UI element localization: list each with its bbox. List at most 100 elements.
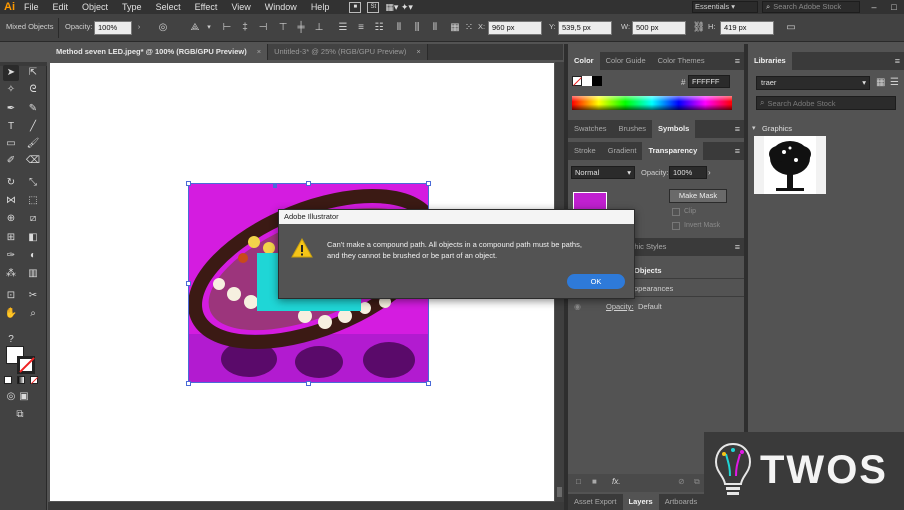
- selection-handle[interactable]: [306, 181, 311, 186]
- perspective-grid-tool-icon[interactable]: ⧄: [25, 211, 41, 227]
- opacity-arrow-icon[interactable]: ›: [708, 166, 718, 179]
- library-graphic-tree[interactable]: [754, 136, 826, 194]
- mesh-tool-icon[interactable]: ⊞: [3, 230, 19, 246]
- selection-handle[interactable]: [186, 181, 191, 186]
- close-icon[interactable]: ×: [416, 47, 420, 56]
- w-input[interactable]: 500 px: [632, 21, 686, 35]
- color-spectrum[interactable]: [572, 96, 732, 110]
- library-select[interactable]: traer ▾: [756, 76, 870, 90]
- make-mask-button[interactable]: Make Mask: [669, 189, 727, 203]
- stock-icon[interactable]: St: [367, 1, 380, 13]
- rotate-tool-icon[interactable]: ↻: [3, 175, 19, 191]
- align-left-icon[interactable]: ⊢: [220, 21, 234, 35]
- menu-file[interactable]: File: [24, 2, 39, 12]
- curvature-tool-icon[interactable]: ✎: [25, 101, 41, 117]
- add-fill-icon[interactable]: ■: [592, 477, 597, 486]
- constrain-link-icon[interactable]: ⛓: [692, 21, 706, 35]
- x-input[interactable]: 960 px: [488, 21, 542, 35]
- white-swatch[interactable]: [582, 76, 592, 86]
- fill-swatch[interactable]: [572, 76, 582, 86]
- tab-artboards[interactable]: Artboards: [659, 494, 704, 510]
- menu-view[interactable]: View: [231, 2, 250, 12]
- tab-brushes[interactable]: Brushes: [613, 120, 653, 138]
- search-stock-field[interactable]: ⌕ Search Adobe Stock: [762, 1, 860, 13]
- none-mode-icon[interactable]: [30, 376, 39, 385]
- menu-effect[interactable]: Effect: [195, 2, 218, 12]
- tab-color-guide[interactable]: Color Guide: [600, 52, 652, 70]
- library-search-field[interactable]: ⌕ Search Adobe Stock: [756, 96, 896, 110]
- align-hcenter-icon[interactable]: ‡: [238, 21, 252, 35]
- h-input[interactable]: 419 px: [720, 21, 774, 35]
- duplicate-item-icon[interactable]: ⧉: [694, 477, 700, 487]
- magic-wand-tool-icon[interactable]: ✧: [3, 82, 19, 98]
- opacity-arrow-icon[interactable]: ›: [132, 21, 146, 35]
- pen-tool-icon[interactable]: ✒: [3, 101, 19, 117]
- distribute-vcenter-icon[interactable]: ≡: [354, 21, 368, 35]
- lasso-tool-icon[interactable]: ᘓ: [25, 82, 41, 98]
- tab-color-themes[interactable]: Color Themes: [652, 52, 711, 70]
- column-graph-tool-icon[interactable]: ▥: [25, 266, 41, 282]
- slice-tool-icon[interactable]: ✂: [25, 288, 41, 304]
- free-transform-tool-icon[interactable]: ⬚: [25, 193, 41, 209]
- tab-method-seven[interactable]: Method seven LED.jpeg* @ 100% (RGB/GPU P…: [50, 44, 269, 60]
- transform-dropdown-icon[interactable]: ▾: [202, 21, 216, 35]
- menu-window[interactable]: Window: [265, 2, 297, 12]
- tab-stroke[interactable]: Stroke: [568, 142, 602, 160]
- selection-handle[interactable]: [273, 184, 277, 188]
- selection-tool-icon[interactable]: ➤: [3, 65, 19, 81]
- line-tool-icon[interactable]: ╱: [25, 119, 41, 135]
- distribute-bottom-icon[interactable]: ☷: [372, 21, 386, 35]
- distribute-left-icon[interactable]: ⫴: [392, 21, 406, 35]
- maximize-icon[interactable]: □: [884, 2, 904, 12]
- tab-color[interactable]: Color: [568, 52, 600, 70]
- minimize-icon[interactable]: –: [864, 2, 884, 12]
- fx-icon[interactable]: fx.: [612, 477, 620, 486]
- menu-type[interactable]: Type: [122, 2, 142, 12]
- align-right-icon[interactable]: ⊣: [256, 21, 270, 35]
- selection-handle[interactable]: [426, 381, 431, 386]
- scroll-thumb[interactable]: [557, 487, 562, 497]
- tab-transparency[interactable]: Transparency: [642, 142, 704, 160]
- shape-icon[interactable]: ▭: [784, 21, 798, 35]
- reference-point-icon[interactable]: ⁙: [462, 21, 476, 35]
- opacity-input[interactable]: 100%: [94, 21, 132, 35]
- arrange-icon[interactable]: ▦▾ ✦▾: [385, 2, 413, 13]
- close-icon[interactable]: ×: [257, 47, 261, 56]
- panel-menu-icon[interactable]: ≡: [895, 56, 900, 66]
- paintbrush-tool-icon[interactable]: 🖌: [25, 136, 41, 152]
- hand-tool-icon[interactable]: ✋: [3, 306, 19, 322]
- visibility-eye-icon[interactable]: ◉: [574, 302, 581, 311]
- tab-gradient[interactable]: Gradient: [602, 142, 643, 160]
- workspace-switcher[interactable]: Essentials ▾: [692, 1, 758, 13]
- tab-swatches[interactable]: Swatches: [568, 120, 613, 138]
- rectangle-tool-icon[interactable]: ▭: [3, 136, 19, 152]
- artboard-tool-icon[interactable]: ⊡: [3, 288, 19, 304]
- shaper-tool-icon[interactable]: ✐: [3, 153, 19, 169]
- blend-mode-select[interactable]: Normal ▾: [571, 166, 635, 179]
- tab-layers[interactable]: Layers: [622, 494, 659, 510]
- eyedropper-tool-icon[interactable]: ✑: [3, 248, 19, 264]
- tab-symbols[interactable]: Symbols: [652, 120, 696, 138]
- selection-handle[interactable]: [306, 381, 311, 386]
- direct-selection-tool-icon[interactable]: ⇱: [25, 65, 41, 81]
- screen-mode-icon[interactable]: ▣: [16, 389, 32, 405]
- gradient-mode-icon[interactable]: [17, 376, 25, 384]
- selection-handle[interactable]: [186, 281, 191, 286]
- clear-appearance-icon[interactable]: ⊘: [678, 477, 685, 486]
- distribute-right-icon[interactable]: ⦀: [428, 21, 442, 35]
- menu-edit[interactable]: Edit: [53, 2, 69, 12]
- menu-object[interactable]: Object: [82, 2, 108, 12]
- tab-asset-export[interactable]: Asset Export: [568, 494, 623, 510]
- shape-builder-tool-icon[interactable]: ⊕: [3, 211, 19, 227]
- tab-untitled-3[interactable]: Untitled-3* @ 25% (RGB/GPU Preview) ×: [268, 44, 428, 60]
- distribute-top-icon[interactable]: ☰: [336, 21, 350, 35]
- list-view-icon[interactable]: ☰: [890, 77, 899, 88]
- ok-button[interactable]: OK: [567, 274, 625, 289]
- hex-input[interactable]: FFFFFF: [688, 75, 730, 88]
- align-bottom-icon[interactable]: ⊥: [312, 21, 326, 35]
- width-tool-icon[interactable]: ⋈: [3, 193, 19, 209]
- blend-tool-icon[interactable]: ◐: [25, 248, 41, 264]
- panel-menu-icon[interactable]: ≡: [735, 146, 740, 156]
- add-stroke-icon[interactable]: □: [576, 477, 581, 486]
- clip-checkbox[interactable]: [672, 208, 680, 216]
